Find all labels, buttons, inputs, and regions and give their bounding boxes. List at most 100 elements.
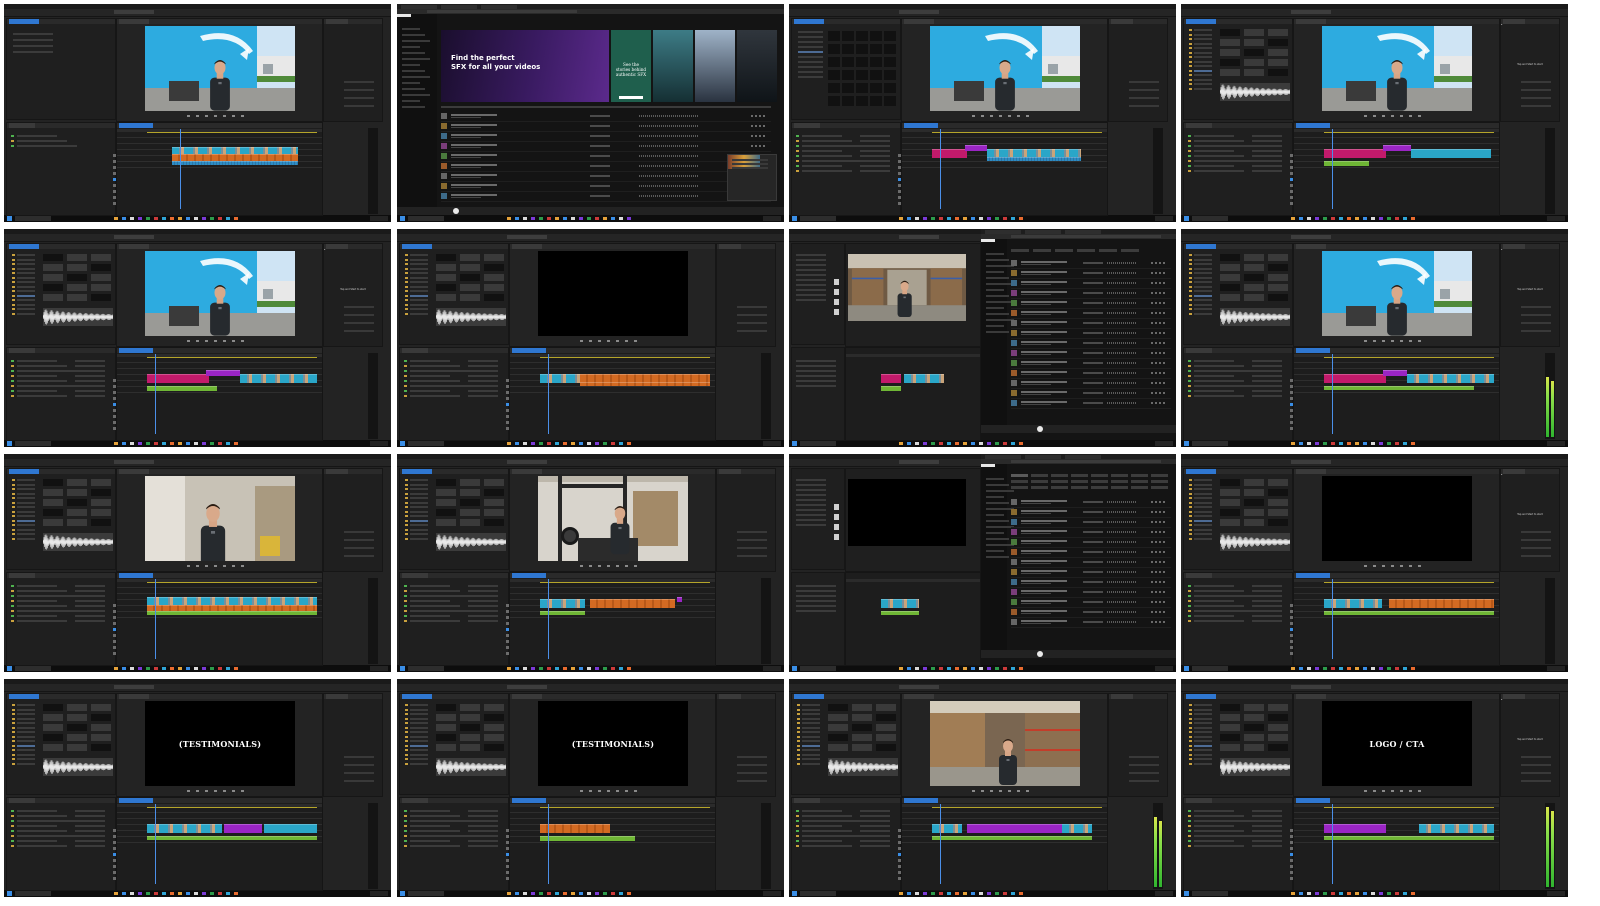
tools-panel[interactable] [1289, 604, 1294, 664]
menu-bar[interactable] [397, 234, 784, 242]
project-item[interactable] [1194, 385, 1254, 387]
monitor-tab[interactable] [1296, 469, 1326, 474]
project-item[interactable] [17, 370, 77, 372]
sound-effect-row[interactable] [1011, 269, 1171, 279]
menu-bar[interactable] [789, 9, 1176, 17]
sound-effect-row[interactable] [441, 112, 771, 122]
panel-field[interactable] [737, 322, 767, 324]
folder-tree-item[interactable] [802, 744, 820, 747]
folder-tree-item[interactable] [410, 515, 428, 517]
sfx-thumbnail[interactable] [1268, 479, 1288, 486]
track-lane[interactable] [510, 362, 715, 363]
taskbar-app-icon[interactable] [923, 217, 927, 220]
folder-tree-item[interactable] [796, 489, 826, 491]
project-tab[interactable] [1186, 798, 1212, 803]
transport-button[interactable] [196, 790, 199, 792]
taskbar-app-icon[interactable] [923, 667, 927, 670]
project-item[interactable] [802, 810, 842, 812]
sfx-thumbnail[interactable] [1220, 69, 1240, 76]
timeline-panel[interactable] [116, 797, 323, 891]
panel-field[interactable] [1521, 306, 1551, 308]
transport-button[interactable] [1026, 790, 1029, 792]
source-panel[interactable] [1183, 243, 1293, 345]
sfx-thumbnail[interactable] [91, 724, 111, 731]
taskbar-app-icon[interactable] [587, 667, 591, 670]
taskbar-app-icon[interactable] [603, 217, 607, 220]
folder-tree-item[interactable] [410, 740, 428, 742]
taskbar-app-icon[interactable] [138, 667, 142, 670]
work-area-bar[interactable] [147, 132, 317, 133]
tool-icon[interactable] [113, 391, 116, 394]
track-waveform[interactable] [1107, 571, 1136, 573]
track-action-icons[interactable] [1151, 272, 1167, 274]
program-monitor[interactable] [116, 468, 323, 572]
panel-field[interactable] [1129, 772, 1159, 774]
sequence-tab[interactable] [904, 798, 938, 803]
filter-chip[interactable] [1055, 249, 1073, 252]
transport-button[interactable] [205, 790, 208, 792]
taskbar-app-icon[interactable] [1331, 892, 1335, 895]
playhead[interactable] [155, 579, 156, 659]
project-item[interactable] [17, 825, 57, 827]
project-panel[interactable] [6, 797, 116, 891]
track-waveform[interactable] [1107, 382, 1136, 384]
transport-button[interactable] [241, 340, 244, 342]
tool-icon[interactable] [898, 841, 901, 844]
sfx-thumbnail[interactable] [876, 734, 896, 741]
sfx-thumbnail[interactable] [484, 489, 504, 496]
taskbar-app-icon[interactable] [218, 667, 222, 670]
timeline-clip[interactable] [932, 824, 962, 833]
taskbar-app-icon[interactable] [1371, 667, 1375, 670]
sfx-thumbnail[interactable] [67, 519, 87, 526]
sidebar-nav-item[interactable] [986, 307, 1004, 309]
folder-tree-item[interactable] [410, 483, 428, 486]
taskbar-app-icon[interactable] [595, 892, 599, 895]
timeline-clip[interactable] [965, 145, 987, 151]
track-lane[interactable] [117, 368, 322, 369]
track-lane[interactable] [1294, 812, 1499, 813]
timeline-clip[interactable] [932, 149, 967, 158]
tool-icon[interactable] [898, 184, 901, 187]
track-waveform[interactable] [1107, 372, 1136, 374]
taskbar-app-icon[interactable] [194, 217, 198, 220]
track-lane[interactable] [117, 143, 322, 144]
taskbar-app-icon[interactable] [162, 217, 166, 220]
media-thumbnail[interactable] [842, 44, 854, 54]
project-item[interactable] [17, 830, 67, 832]
transport-button[interactable] [223, 790, 226, 792]
taskbar-app-icon[interactable] [907, 892, 911, 895]
transport-button[interactable] [598, 340, 601, 342]
taskbar-app-icon[interactable] [1011, 442, 1015, 445]
project-item[interactable] [1194, 845, 1244, 847]
transport-button[interactable] [187, 340, 190, 342]
taskbar-app-icon[interactable] [595, 667, 599, 670]
taskbar-app-icon[interactable] [947, 892, 951, 895]
sfx-thumbnail[interactable] [436, 489, 456, 496]
folder-tree-item[interactable] [802, 735, 820, 738]
project-item[interactable] [802, 830, 852, 832]
transport-button[interactable] [1409, 115, 1412, 117]
panel-tab[interactable] [9, 19, 39, 24]
tool-icon[interactable] [506, 421, 509, 424]
track-artwork[interactable] [1011, 619, 1017, 625]
folder-tree-item[interactable] [17, 726, 35, 729]
program-monitor[interactable] [1293, 468, 1500, 572]
panel-tabs[interactable] [792, 19, 900, 24]
taskbar-app-icon[interactable] [218, 217, 222, 220]
track-lane[interactable] [902, 161, 1107, 162]
tool-icon[interactable] [113, 628, 116, 631]
taskbar-app-icon[interactable] [1331, 442, 1335, 445]
taskbar-search[interactable] [408, 666, 444, 671]
essential-tab[interactable] [1111, 694, 1133, 699]
taskbar-app-icon[interactable] [947, 217, 951, 220]
sfx-thumbnail[interactable] [460, 294, 480, 301]
taskbar-app-icon[interactable] [234, 667, 238, 670]
folder-tree-item[interactable] [1194, 56, 1212, 58]
panel-tab[interactable] [1186, 694, 1216, 699]
transport-button[interactable] [196, 565, 199, 567]
project-item[interactable] [410, 585, 450, 587]
tool-icon[interactable] [113, 385, 116, 388]
tool-icon[interactable] [1290, 877, 1293, 880]
timeline-clip[interactable] [1324, 836, 1494, 840]
sfx-thumbnail[interactable] [1268, 714, 1288, 721]
